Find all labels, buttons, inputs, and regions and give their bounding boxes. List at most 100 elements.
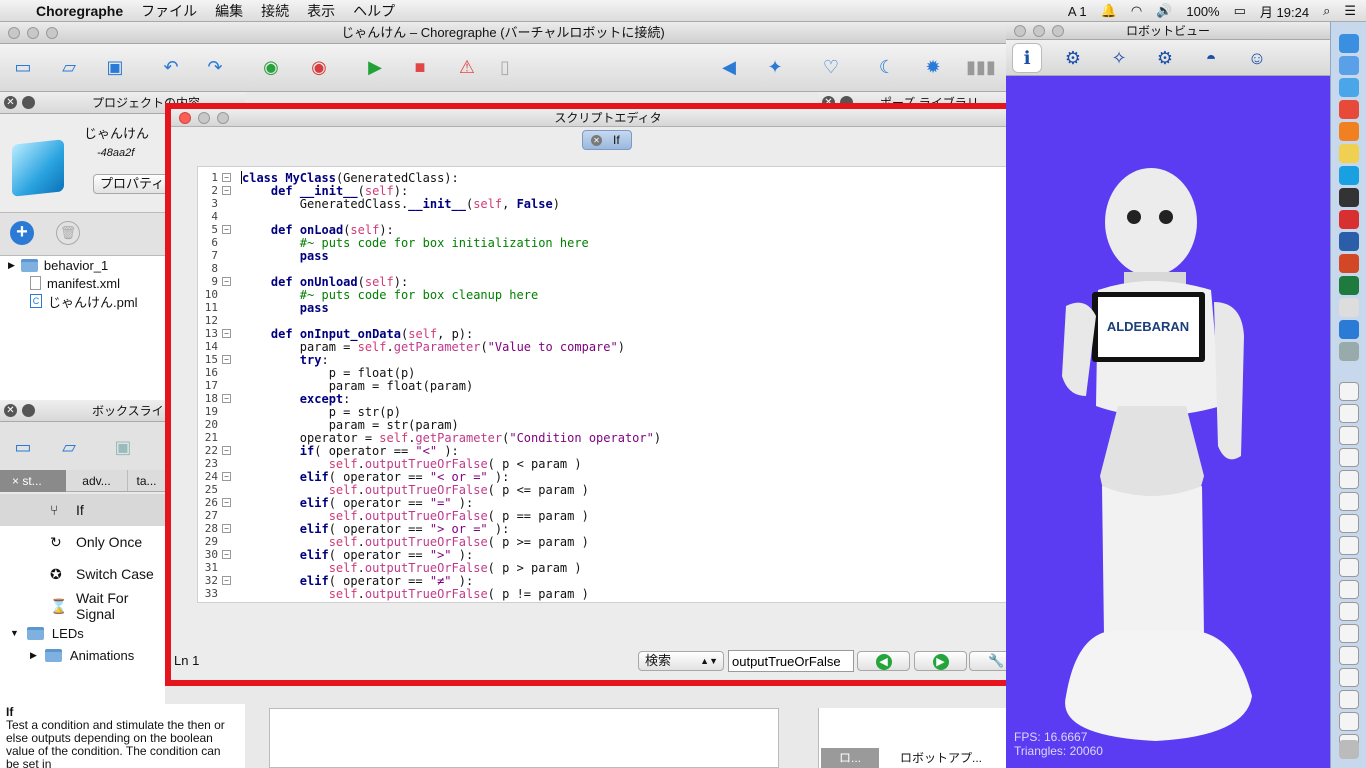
battery-percent[interactable]: 100% <box>1186 4 1219 19</box>
tab-robot[interactable]: ロ... <box>821 748 879 768</box>
adobe-reader-icon[interactable] <box>1339 210 1359 229</box>
menu-help[interactable]: ヘルプ <box>344 1 404 21</box>
code-line[interactable]: def onLoad(self): <box>242 223 394 237</box>
code-line[interactable]: param = self.getParameter("Value to comp… <box>242 340 625 354</box>
code-editor[interactable]: 1− class MyClass(GeneratedClass): 2− def _… <box>197 166 1017 603</box>
code-line[interactable]: GeneratedClass.__init__(self, False) <box>242 197 560 211</box>
rest-moon-icon[interactable]: ☾ <box>872 52 902 82</box>
notification-bell-icon[interactable]: 🔔 <box>1101 3 1117 19</box>
code-line[interactable]: def onInput_onData(self, p): <box>242 327 473 341</box>
document-thumbnail-icon[interactable] <box>1339 602 1359 621</box>
notification-center-icon[interactable]: ☰ <box>1344 3 1356 19</box>
code-line[interactable]: elif( operator == "=" ): <box>242 496 473 510</box>
code-line[interactable]: pass <box>242 249 329 263</box>
gear-icon[interactable]: ⚙ <box>1150 43 1180 73</box>
tab-if-script[interactable]: ✕ If <box>582 130 632 150</box>
fold-toggle-icon[interactable]: − <box>222 186 231 195</box>
zoom-window-button[interactable] <box>46 27 58 39</box>
document-thumbnail-icon[interactable] <box>1339 624 1359 643</box>
document-thumbnail-icon[interactable] <box>1339 712 1359 731</box>
fold-toggle-icon[interactable]: − <box>222 576 231 585</box>
zoom-editor-button[interactable] <box>217 112 229 124</box>
code-line[interactable]: class MyClass(GeneratedClass): <box>242 171 459 185</box>
code-line[interactable]: self.outputTrueOrFalse( p > param ) <box>242 561 582 575</box>
close-robot-view-button[interactable] <box>1014 25 1026 37</box>
code-line[interactable]: self.outputTrueOrFalse( p >= param ) <box>242 535 589 549</box>
heart-icon[interactable]: ♡ <box>816 52 846 82</box>
menu-app-name[interactable]: Choregraphe <box>27 3 132 19</box>
robot-posture-icon[interactable]: ✦ <box>760 52 790 82</box>
new-project-icon[interactable]: ▭ <box>8 52 38 82</box>
fold-toggle-icon[interactable]: − <box>222 355 231 364</box>
choregraphe-icon[interactable] <box>1339 320 1359 339</box>
new-box-icon[interactable]: ▭ <box>8 432 38 462</box>
library-item[interactable]: ⌛ Wait For Signal <box>0 590 165 622</box>
properties-button[interactable]: プロパティ <box>93 174 173 194</box>
safari-icon[interactable] <box>1339 78 1359 97</box>
script-editor-icon[interactable] <box>1339 298 1359 317</box>
document-thumbnail-icon[interactable] <box>1339 426 1359 445</box>
warning-icon[interactable]: ⚠ <box>452 52 482 82</box>
code-line[interactable]: self.outputTrueOrFalse( p < param ) <box>242 457 582 471</box>
library-folder[interactable]: ▶ Animations <box>0 644 165 666</box>
document-thumbnail-icon[interactable] <box>1339 470 1359 489</box>
close-panel-icon[interactable]: ✕ <box>4 96 17 109</box>
search-input[interactable] <box>728 650 854 672</box>
minimize-editor-button[interactable] <box>198 112 210 124</box>
fold-toggle-icon[interactable]: − <box>222 225 231 234</box>
close-tab-icon[interactable]: ✕ <box>591 135 602 146</box>
stop-icon[interactable]: ■ <box>405 52 435 82</box>
find-previous-button[interactable]: ◀ <box>857 651 910 671</box>
code-line[interactable]: except: <box>242 392 351 406</box>
tab-standard[interactable]: × st... <box>0 470 66 492</box>
open-box-icon[interactable]: ▱ <box>54 432 84 462</box>
code-line[interactable]: elif( operator == "> or =" ): <box>242 522 510 536</box>
document-thumbnail-icon[interactable] <box>1339 536 1359 555</box>
document-thumbnail-icon[interactable] <box>1339 404 1359 423</box>
search-mode-select[interactable]: 検索 ▲▼ <box>638 651 724 671</box>
code-line[interactable]: if( operator == "<" ): <box>242 444 459 458</box>
wifi-icon[interactable]: ◠ <box>1131 3 1142 19</box>
volume-control-icon[interactable]: ◀ <box>714 52 744 82</box>
connect-icon[interactable]: ◉ <box>256 52 286 82</box>
powerpoint-icon[interactable] <box>1339 254 1359 273</box>
code-line[interactable]: def __init__(self): <box>242 184 408 198</box>
fold-toggle-icon[interactable]: − <box>222 173 231 182</box>
tab-robot-applications[interactable]: ロボットアプ... <box>881 748 1001 768</box>
zoom-robot-view-button[interactable] <box>1052 25 1064 37</box>
spotlight-search-icon[interactable]: ⌕ <box>1323 3 1330 19</box>
document-thumbnail-icon[interactable] <box>1339 646 1359 665</box>
code-line[interactable]: pass <box>242 301 329 315</box>
robot-3d-viewport[interactable]: ALDEBARAN FPS: 16.6667 Triangles: 20060 <box>1006 76 1330 768</box>
menu-edit[interactable]: 編集 <box>206 1 252 21</box>
fold-toggle-icon[interactable]: − <box>222 329 231 338</box>
diagram-canvas[interactable] <box>269 708 779 768</box>
tab-advanced[interactable]: adv... <box>66 470 128 491</box>
minimize-window-button[interactable] <box>27 27 39 39</box>
excel-icon[interactable] <box>1339 276 1359 295</box>
code-line[interactable]: elif( operator == "≠" ): <box>242 574 473 588</box>
code-line[interactable]: def onUnload(self): <box>242 275 408 289</box>
close-panel-icon[interactable]: ✕ <box>4 404 17 417</box>
word-icon[interactable] <box>1339 232 1359 251</box>
library-item[interactable]: ✪ Switch Case <box>0 558 165 590</box>
speed-gauge-icon[interactable]: ◓ <box>1196 43 1226 73</box>
battery-icon[interactable]: ▭ <box>1234 3 1246 19</box>
terminal-icon[interactable] <box>1339 188 1359 207</box>
code-line[interactable]: elif( operator == ">" ): <box>242 548 473 562</box>
firefox-icon[interactable] <box>1339 122 1359 141</box>
library-item[interactable]: ⑂ If <box>0 494 165 526</box>
code-line[interactable]: #~ puts code for box cleanup here <box>242 288 538 302</box>
code-line[interactable]: param = float(param) <box>242 379 474 393</box>
chrome-icon[interactable] <box>1339 100 1359 119</box>
undo-icon[interactable]: ↶ <box>156 52 186 82</box>
collapse-arrow-icon[interactable]: ▼ <box>10 628 19 638</box>
delete-file-icon[interactable]: 🗑 <box>56 221 80 245</box>
fold-toggle-icon[interactable]: − <box>222 498 231 507</box>
save-project-icon[interactable]: ▣ <box>100 52 130 82</box>
save-box-icon[interactable]: ▣ <box>108 432 138 462</box>
code-line[interactable]: p = str(p) <box>242 405 401 419</box>
library-item[interactable]: ↻ Only Once <box>0 526 165 558</box>
fold-toggle-icon[interactable]: − <box>222 277 231 286</box>
close-tab-icon[interactable]: × <box>12 474 22 488</box>
